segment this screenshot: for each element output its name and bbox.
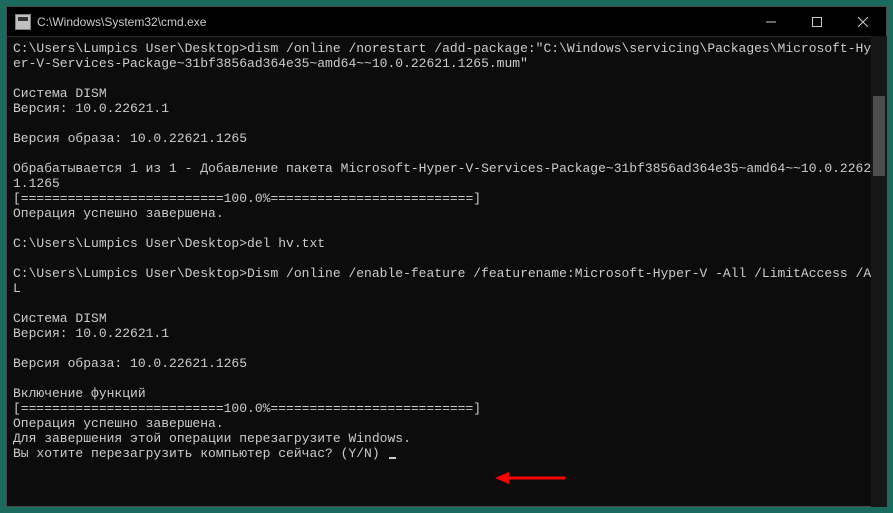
maximize-button[interactable] bbox=[794, 7, 840, 36]
terminal-output[interactable]: C:\Users\Lumpics User\Desktop>dism /onli… bbox=[7, 37, 886, 506]
scrollbar[interactable] bbox=[871, 36, 887, 507]
window-controls bbox=[748, 7, 886, 36]
cursor bbox=[389, 457, 396, 459]
cmd-icon bbox=[15, 14, 31, 30]
cmd-window: C:\Windows\System32\cmd.exe C:\Users\Lum… bbox=[6, 6, 887, 507]
window-title: C:\Windows\System32\cmd.exe bbox=[37, 15, 748, 29]
close-button[interactable] bbox=[840, 7, 886, 36]
minimize-button[interactable] bbox=[748, 7, 794, 36]
titlebar[interactable]: C:\Windows\System32\cmd.exe bbox=[7, 7, 886, 37]
terminal-text: C:\Users\Lumpics User\Desktop>dism /onli… bbox=[13, 41, 879, 461]
scrollbar-thumb[interactable] bbox=[873, 96, 885, 176]
